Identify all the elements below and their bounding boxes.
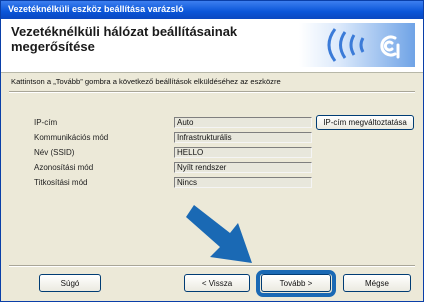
divider bbox=[9, 91, 415, 93]
help-button[interactable]: Súgó bbox=[39, 274, 101, 292]
title-bar: Vezetéknélküli eszköz beállítása varázsl… bbox=[1, 1, 423, 19]
next-button-highlight bbox=[256, 270, 336, 297]
authentication-mode-label: Azonosítási mód bbox=[34, 163, 94, 172]
footer-divider bbox=[9, 265, 415, 267]
ip-address-label: IP-cím bbox=[34, 118, 58, 127]
window-title: Vezetéknélküli eszköz beállítása varázsl… bbox=[8, 4, 184, 14]
page-title: Vezetéknélküli hálózat beállításainak me… bbox=[11, 24, 238, 54]
cancel-button[interactable]: Mégse bbox=[343, 274, 411, 292]
back-button[interactable]: < Vissza bbox=[184, 274, 250, 292]
instruction-text: Kattintson a „Tovább” gombra a következő… bbox=[11, 77, 281, 86]
wizard-window: Vezetéknélküli eszköz beállítása varázsl… bbox=[0, 0, 424, 302]
ssid-label: Név (SSID) bbox=[34, 148, 75, 157]
change-ip-button[interactable]: IP-cím megváltoztatása bbox=[316, 115, 414, 130]
communication-mode-value: Infrastrukturális bbox=[174, 132, 312, 143]
encryption-mode-label: Titkosítási mód bbox=[34, 178, 88, 187]
down-right-arrow-icon bbox=[186, 205, 252, 263]
communication-mode-label: Kommunikációs mód bbox=[34, 133, 109, 142]
authentication-mode-value: Nyílt rendszer bbox=[174, 162, 312, 173]
wizard-header: Vezetéknélküli hálózat beállításainak me… bbox=[1, 19, 423, 73]
ssid-value: HELLO bbox=[174, 147, 312, 158]
ip-address-value: Auto bbox=[174, 117, 312, 128]
encryption-mode-value: Nincs bbox=[174, 177, 312, 188]
wireless-signal-icon bbox=[299, 23, 415, 67]
